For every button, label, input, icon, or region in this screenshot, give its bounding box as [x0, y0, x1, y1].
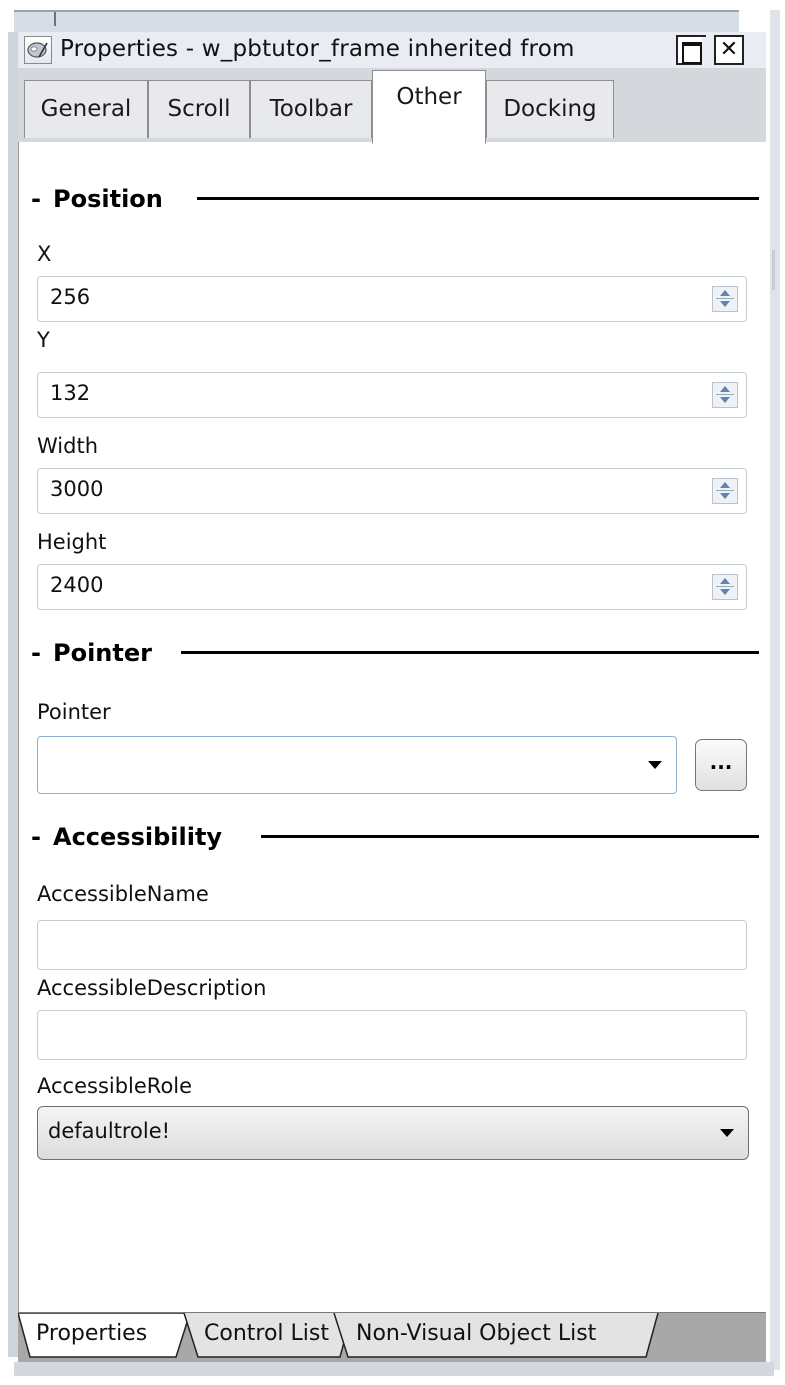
section-title: Position	[53, 185, 163, 213]
width-label: Width	[37, 434, 99, 458]
spin-down-icon	[720, 493, 730, 499]
collapse-toggle[interactable]: -	[31, 184, 41, 214]
section-divider	[261, 835, 759, 838]
close-button[interactable]: ✕	[714, 35, 744, 65]
accessible-name-input[interactable]	[37, 920, 747, 970]
y-label: Y	[37, 328, 50, 352]
pointer-browse-button[interactable]: ...	[695, 739, 747, 791]
y-input[interactable]: 132	[37, 372, 747, 418]
width-value: 3000	[50, 477, 104, 501]
restore-button[interactable]	[676, 35, 708, 65]
bottom-tab-control-list[interactable]: Control List	[204, 1313, 329, 1357]
height-label: Height	[37, 530, 107, 554]
x-input[interactable]: 256	[37, 276, 747, 322]
close-icon: ✕	[719, 37, 739, 62]
height-input[interactable]: 2400	[37, 564, 747, 610]
collapse-toggle[interactable]: -	[31, 638, 41, 668]
section-divider	[197, 197, 759, 200]
x-spinner[interactable]	[712, 286, 738, 312]
spin-up-icon	[720, 290, 730, 296]
x-value: 256	[50, 285, 91, 309]
y-value: 132	[50, 381, 91, 405]
spin-down-icon	[720, 301, 730, 307]
spin-up-icon	[720, 578, 730, 584]
section-title: Accessibility	[53, 823, 223, 851]
chevron-down-icon[interactable]	[648, 761, 662, 769]
pointer-combobox[interactable]	[37, 736, 677, 794]
bottom-tab-non-visual-object-list[interactable]: Non-Visual Object List	[356, 1313, 596, 1357]
splitter-tick	[54, 12, 56, 26]
restore-icon	[682, 42, 702, 64]
tab-content-other: - Position X 256 Y 132 Width 3000 Height…	[18, 142, 767, 1312]
section-pointer-header[interactable]: - Pointer	[31, 638, 759, 668]
accessible-role-select[interactable]: defaultrole!	[37, 1106, 749, 1160]
tab-general[interactable]: General	[24, 80, 148, 138]
chevron-down-icon	[720, 1129, 734, 1137]
left-border	[8, 32, 18, 1357]
section-title: Pointer	[53, 639, 152, 667]
pointer-label: Pointer	[37, 700, 111, 724]
spin-up-icon	[720, 482, 730, 488]
properties-icon	[24, 36, 52, 64]
accessible-role-value: defaultrole!	[48, 1119, 171, 1143]
collapse-toggle[interactable]: -	[31, 822, 41, 852]
height-spinner[interactable]	[712, 574, 738, 600]
x-label: X	[37, 242, 52, 266]
title-bar[interactable]: Properties - w_pbtutor_frame inherited f…	[18, 32, 766, 69]
tab-strip: General Scroll Toolbar Other Docking	[18, 68, 766, 144]
bottom-tab-strip: Properties Control List Non-Visual Objec…	[18, 1312, 766, 1363]
width-spinner[interactable]	[712, 478, 738, 504]
section-position-header[interactable]: - Position	[31, 184, 759, 214]
spin-down-icon	[720, 589, 730, 595]
properties-panel: Properties - w_pbtutor_frame inherited f…	[0, 0, 785, 1385]
window-title: Properties - w_pbtutor_frame inherited f…	[60, 36, 575, 62]
accessible-role-label: AccessibleRole	[37, 1074, 193, 1098]
width-input[interactable]: 3000	[37, 468, 747, 514]
top-splitter[interactable]	[14, 10, 739, 34]
right-splitter[interactable]	[770, 10, 780, 1370]
tab-scroll[interactable]: Scroll	[148, 80, 250, 138]
spin-down-icon	[720, 397, 730, 403]
tab-docking[interactable]: Docking	[486, 80, 614, 138]
splitter-grip[interactable]	[772, 250, 775, 290]
accessible-description-label: AccessibleDescription	[37, 976, 267, 1000]
tab-toolbar[interactable]: Toolbar	[250, 80, 372, 138]
accessible-name-label: AccessibleName	[37, 882, 209, 906]
bottom-border	[14, 1362, 774, 1376]
accessible-description-input[interactable]	[37, 1010, 747, 1060]
spin-up-icon	[720, 386, 730, 392]
tab-other[interactable]: Other	[372, 70, 486, 144]
section-divider	[181, 651, 759, 654]
section-accessibility-header[interactable]: - Accessibility	[31, 822, 759, 852]
bottom-tab-properties[interactable]: Properties	[36, 1313, 147, 1357]
height-value: 2400	[50, 573, 104, 597]
y-spinner[interactable]	[712, 382, 738, 408]
